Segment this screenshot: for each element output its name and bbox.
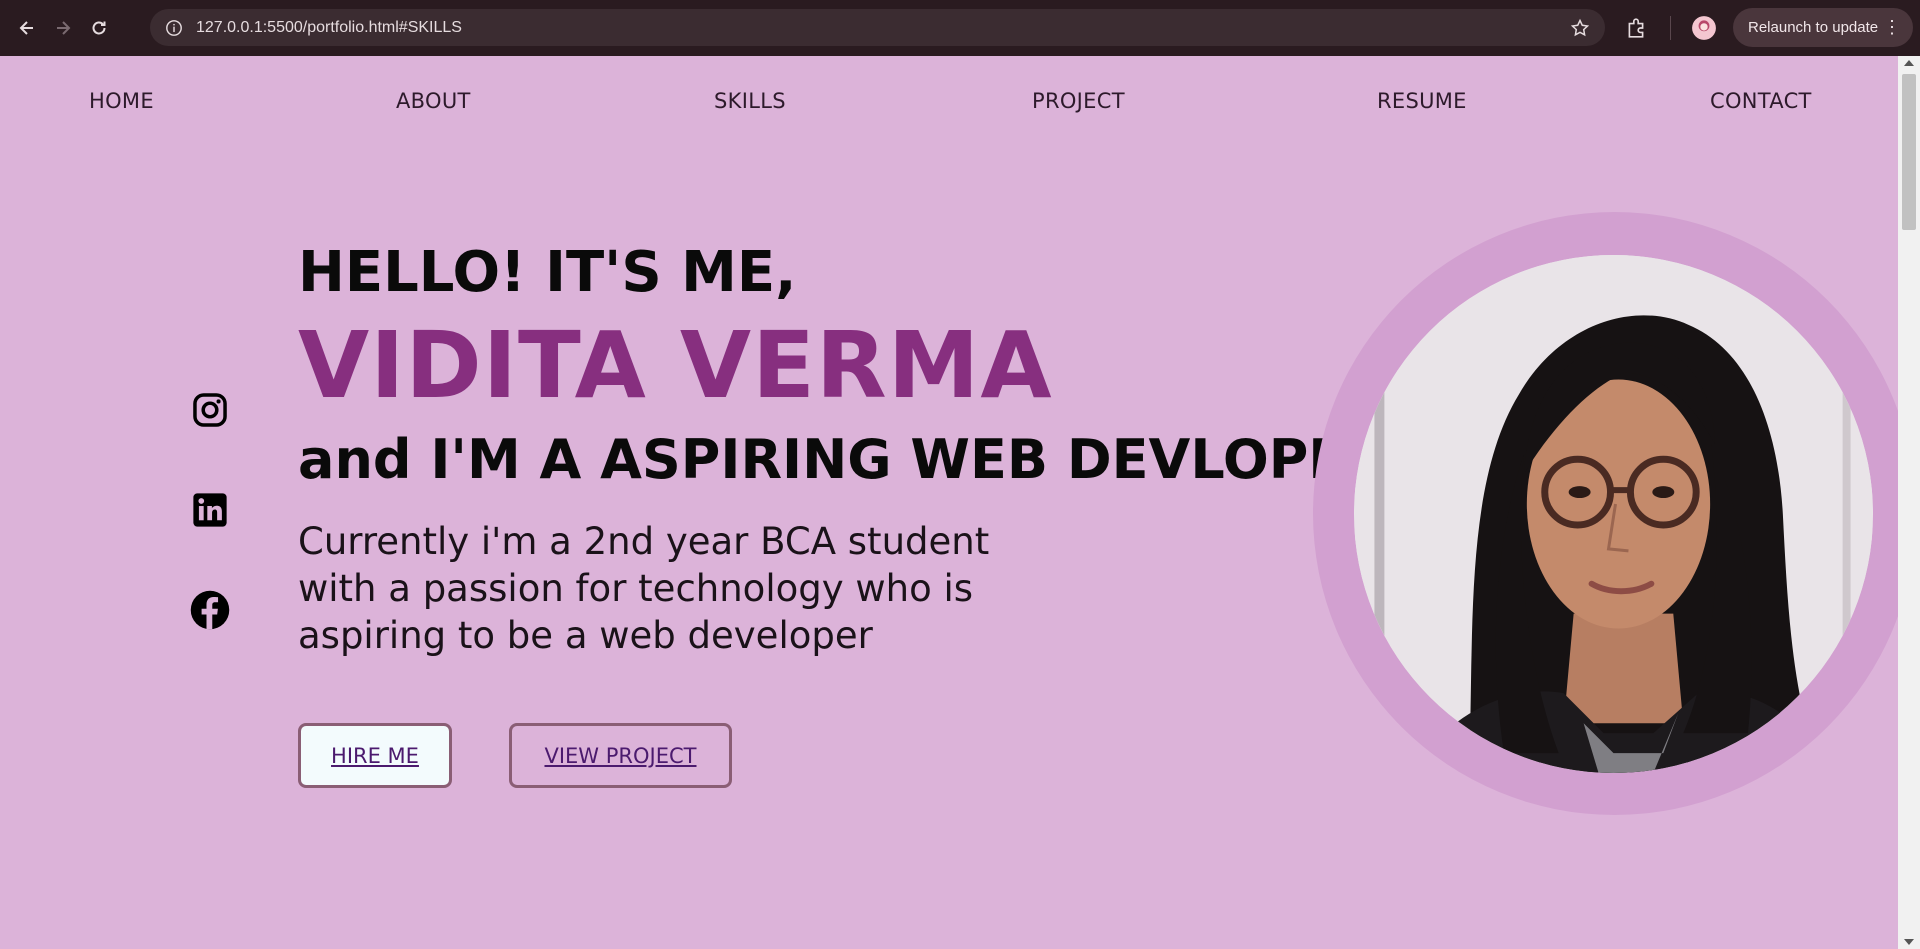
nav-contact[interactable]: CONTACT <box>1710 89 1812 113</box>
hero-greeting: HELLO! IT'S ME, <box>298 240 797 305</box>
reload-button[interactable] <box>81 10 117 46</box>
scrollbar-thumb[interactable] <box>1902 74 1916 230</box>
forward-arrow-icon <box>57 21 71 35</box>
hero-tagline: and I'M A ASPIRING WEB DEVLOPER. <box>298 428 1408 491</box>
nav-home[interactable]: HOME <box>89 89 154 113</box>
instagram-icon[interactable] <box>188 388 232 432</box>
back-arrow-icon <box>19 21 33 35</box>
extensions-icon[interactable] <box>1620 12 1652 44</box>
nav-project[interactable]: PROJECT <box>1032 89 1125 113</box>
toolbar-divider <box>1670 16 1671 40</box>
profile-photo <box>1354 255 1873 773</box>
facebook-icon[interactable] <box>188 588 232 632</box>
relaunch-label: Relaunch to update <box>1748 19 1879 36</box>
address-url[interactable]: 127.0.0.1:5500/portfolio.html#SKILLS <box>196 19 462 37</box>
reload-icon <box>92 21 106 35</box>
scroll-up-arrow-icon[interactable] <box>1904 60 1914 66</box>
hero-name: VIDITA VERMA <box>298 312 1053 419</box>
more-options-icon[interactable]: ⋮ <box>1883 17 1901 37</box>
bookmark-star-icon[interactable] <box>1565 13 1595 43</box>
back-button[interactable] <box>9 10 45 46</box>
hire-me-button[interactable]: HIRE ME <box>298 723 452 788</box>
page-viewport: HOME ABOUT SKILLS PROJECT RESUME CONTACT… <box>0 56 1898 949</box>
relaunch-button[interactable]: Relaunch to update ⋮ <box>1733 8 1913 47</box>
address-bar[interactable]: 127.0.0.1:5500/portfolio.html#SKILLS <box>150 9 1605 46</box>
nav-skills[interactable]: SKILLS <box>714 89 786 113</box>
page-scrollbar[interactable] <box>1898 56 1920 949</box>
nav-about[interactable]: ABOUT <box>396 89 471 113</box>
forward-button[interactable] <box>45 10 81 46</box>
browser-toolbar: 127.0.0.1:5500/portfolio.html#SKILLS Rel… <box>0 0 1920 56</box>
site-info-icon[interactable] <box>159 13 189 43</box>
top-navigation: HOME ABOUT SKILLS PROJECT RESUME CONTACT <box>0 56 1898 146</box>
scroll-down-arrow-icon[interactable] <box>1904 939 1914 945</box>
profile-avatar-icon[interactable] <box>1688 12 1720 44</box>
nav-resume[interactable]: RESUME <box>1377 89 1467 113</box>
tagline-main: and I'M A ASPIRING WEB DEVLOPE <box>298 428 1346 491</box>
hero-bio: Currently i'm a 2nd year BCA student wit… <box>298 520 990 657</box>
view-project-button[interactable]: VIEW PROJECT <box>509 723 732 788</box>
linkedin-icon[interactable] <box>188 488 232 532</box>
